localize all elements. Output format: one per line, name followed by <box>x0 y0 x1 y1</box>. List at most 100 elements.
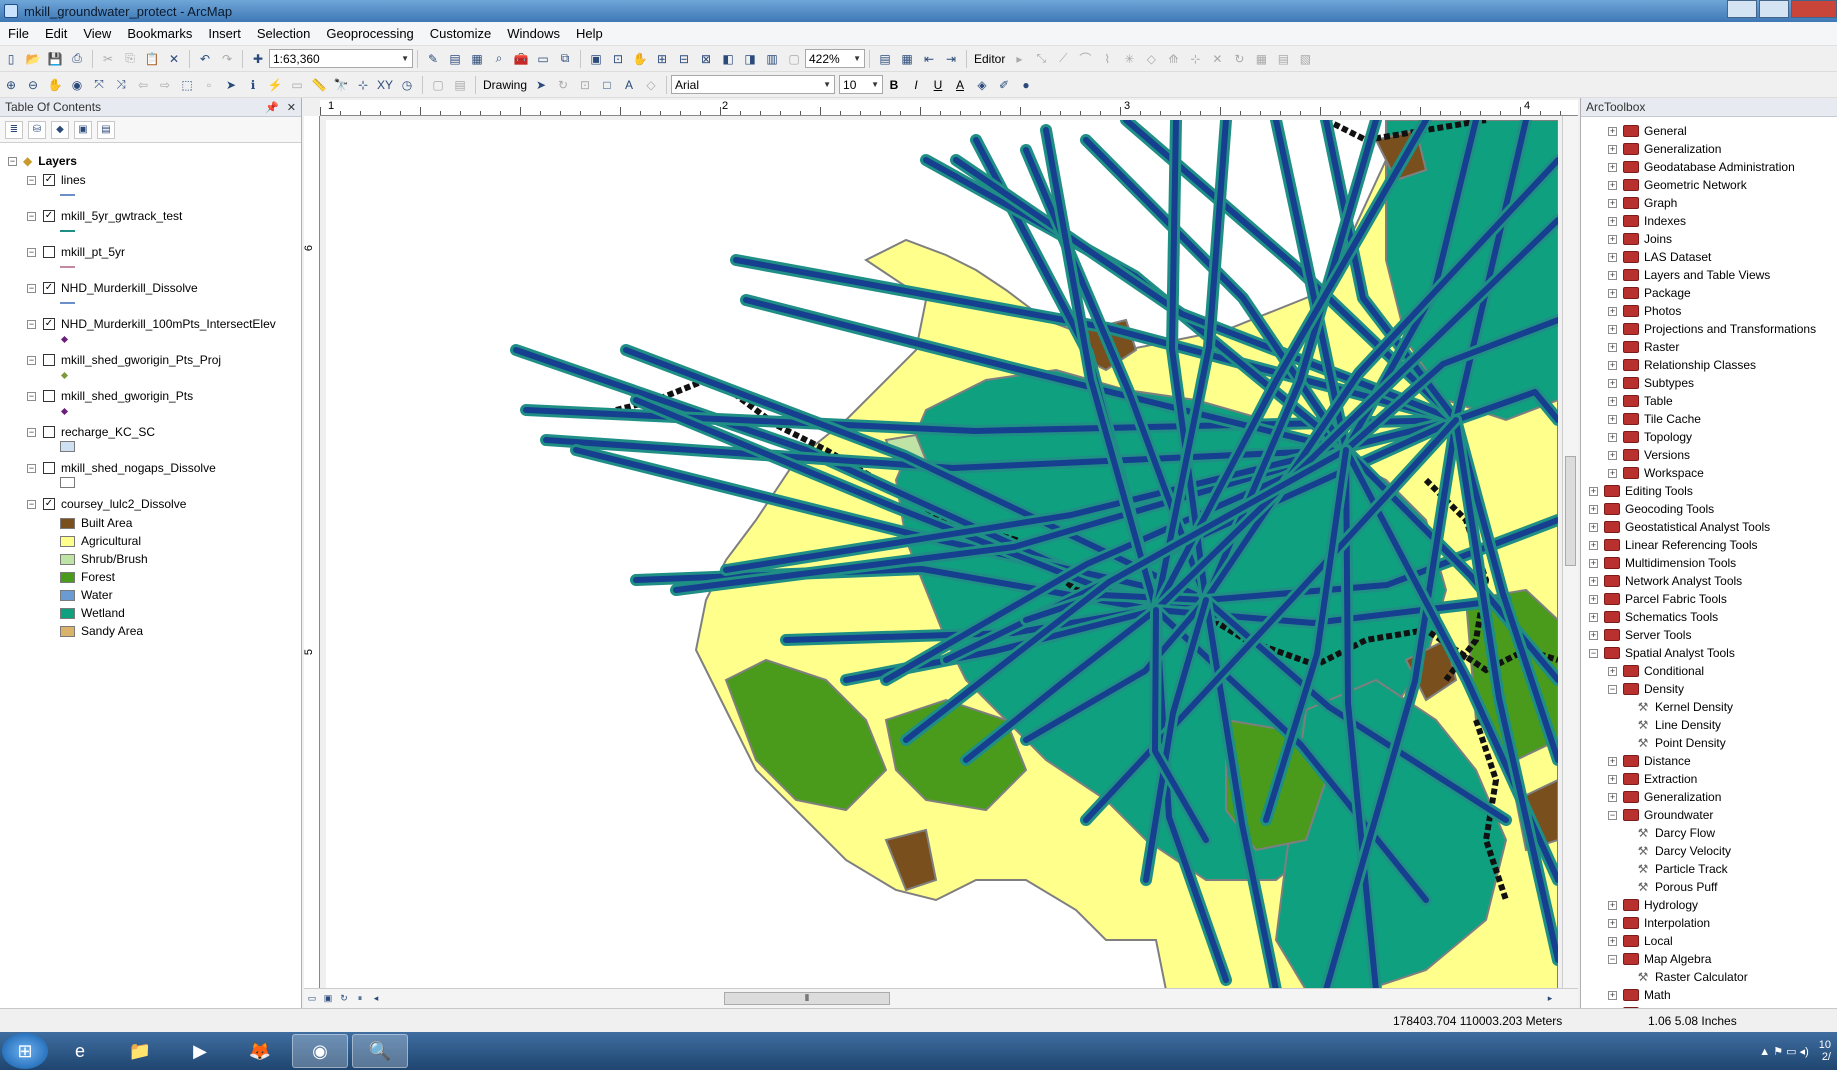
save-icon[interactable]: 💾 <box>45 49 65 69</box>
clock-date[interactable]: 2/ <box>1822 1051 1831 1063</box>
expand-icon[interactable]: + <box>1608 936 1617 946</box>
expand-icon[interactable]: + <box>1608 774 1617 784</box>
table-of-contents-icon[interactable]: ▤ <box>445 49 465 69</box>
zoom-out-icon[interactable]: ⊖ <box>23 75 43 95</box>
layer-item[interactable]: − ✓ lines <box>27 172 86 188</box>
find-route-icon[interactable]: ⊹ <box>353 75 373 95</box>
toolset-item[interactable]: + Linear Referencing Tools <box>1589 537 1758 553</box>
collapse-icon[interactable]: − <box>27 463 36 473</box>
first-page-icon[interactable]: ⇤ <box>919 49 939 69</box>
bold-button[interactable]: B <box>884 75 904 95</box>
expand-icon[interactable]: + <box>1608 216 1617 226</box>
toolset-item[interactable]: + Math <box>1608 987 1671 1003</box>
expand-icon[interactable]: + <box>1608 990 1617 1000</box>
expand-icon[interactable]: + <box>1608 756 1617 766</box>
close-button[interactable] <box>1791 0 1837 18</box>
toolset-item[interactable]: + Photos <box>1608 303 1681 319</box>
close-icon[interactable]: ✕ <box>287 102 296 114</box>
toolset-item[interactable]: + Geostatistical Analyst Tools <box>1589 519 1770 535</box>
font-family-combo[interactable]: Arial ▼ <box>671 75 836 94</box>
last-page-icon[interactable]: ⇥ <box>941 49 961 69</box>
list-by-drawing-order-icon[interactable]: ≣ <box>5 120 23 139</box>
html-popup-icon[interactable]: ▭ <box>287 75 307 95</box>
expand-icon[interactable]: + <box>1608 198 1617 208</box>
toolset-item[interactable]: + Geocoding Tools <box>1589 501 1714 517</box>
toolset-item[interactable]: + Network Analyst Tools <box>1589 573 1742 589</box>
layer-item[interactable]: − ✓ mkill_5yr_gwtrack_test <box>27 208 182 224</box>
focus-data-frame-icon[interactable]: ▢ <box>784 49 804 69</box>
menu-geoprocessing[interactable]: Geoprocessing <box>318 26 421 41</box>
arcmap-taskbar-icon[interactable]: 🔍 <box>352 1034 408 1068</box>
layers-root[interactable]: − ◆ Layers <box>8 153 77 169</box>
expand-icon[interactable]: + <box>1608 288 1617 298</box>
expand-icon[interactable]: + <box>1589 522 1598 532</box>
collapse-icon[interactable]: − <box>1608 810 1617 820</box>
menu-view[interactable]: View <box>75 26 119 41</box>
fixed-zoom-in-page-icon[interactable]: ⊞ <box>652 49 672 69</box>
data-driven-pages-icon[interactable]: ▦ <box>897 49 917 69</box>
toolset-item[interactable]: + Versions <box>1608 447 1690 463</box>
menu-file[interactable]: File <box>0 26 37 41</box>
redo-icon[interactable]: ↷ <box>217 49 237 69</box>
expand-icon[interactable]: + <box>1608 252 1617 262</box>
collapse-icon[interactable]: − <box>1608 954 1617 964</box>
catalog-icon[interactable]: ▦ <box>467 49 487 69</box>
expand-icon[interactable]: + <box>1589 630 1598 640</box>
fixed-zoom-out-page-icon[interactable]: ⊟ <box>674 49 694 69</box>
fill-color-icon[interactable]: ◈ <box>972 75 992 95</box>
underline-button[interactable]: U <box>928 75 948 95</box>
toolset-item[interactable]: + Table <box>1608 393 1673 409</box>
expand-icon[interactable]: + <box>1608 468 1617 478</box>
expand-icon[interactable]: + <box>1608 270 1617 280</box>
tool-item[interactable]: ⚒ Particle Track <box>1636 861 1728 877</box>
toolset-item[interactable]: + Generalization <box>1608 141 1721 157</box>
toolset-item[interactable]: + Server Tools <box>1589 627 1691 643</box>
expand-icon[interactable]: + <box>1608 144 1617 154</box>
layer-visibility-checkbox[interactable]: ✓ <box>43 174 55 186</box>
rotate-tool-icon[interactable]: ↻ <box>1229 49 1249 69</box>
collapse-icon[interactable]: − <box>27 283 36 293</box>
scroll-right-icon[interactable]: ▸ <box>1543 992 1557 1006</box>
edit-vertices-icon[interactable]: ◇ <box>1141 49 1161 69</box>
fixed-zoom-in-icon[interactable]: ⤧ <box>89 75 109 95</box>
layer-visibility-checkbox[interactable]: ✓ <box>43 318 55 330</box>
toolset-item[interactable]: − Groundwater <box>1608 807 1713 823</box>
collapse-icon[interactable]: − <box>27 247 36 257</box>
expand-icon[interactable]: + <box>1608 414 1617 424</box>
layer-visibility-checkbox[interactable] <box>43 246 55 258</box>
toolset-item[interactable]: + Geometric Network <box>1608 177 1747 193</box>
cut-polygons-icon[interactable]: ⊹ <box>1185 49 1205 69</box>
create-features-icon[interactable]: ▧ <box>1295 49 1315 69</box>
sketch-properties-icon[interactable]: ▤ <box>1273 49 1293 69</box>
trace-icon[interactable]: ⌇ <box>1097 49 1117 69</box>
horizontal-scroll-thumb[interactable]: ⦀ <box>724 992 890 1005</box>
media-player-icon[interactable]: ▶ <box>172 1034 228 1068</box>
minimize-button[interactable] <box>1727 0 1757 18</box>
fixed-zoom-out-icon[interactable]: ⤨ <box>111 75 131 95</box>
font-color-button[interactable]: A <box>950 75 970 95</box>
toolset-item[interactable]: + Package <box>1608 285 1691 301</box>
expand-icon[interactable]: + <box>1608 450 1617 460</box>
toolset-item[interactable]: − Density <box>1608 681 1684 697</box>
toolset-item[interactable]: + Distance <box>1608 753 1691 769</box>
menu-help[interactable]: Help <box>568 26 611 41</box>
toolset-item[interactable]: + Raster <box>1608 339 1679 355</box>
expand-icon[interactable]: + <box>1608 180 1617 190</box>
layer-item[interactable]: − mkill_shed_gworigin_Pts <box>27 388 193 404</box>
marker-color-icon[interactable]: ● <box>1016 75 1036 95</box>
pin-icon[interactable]: 📌 <box>265 102 279 114</box>
cut-icon[interactable]: ✂ <box>98 49 118 69</box>
horizontal-scrollbar[interactable]: ▭ ▣ ↻ ⏸ ◂ ⦀ ▸ <box>304 988 1578 1008</box>
identify-icon[interactable]: ℹ <box>243 75 263 95</box>
maximize-button[interactable] <box>1759 0 1789 18</box>
layer-visibility-checkbox[interactable]: ✓ <box>43 210 55 222</box>
edit-vertices-drawing-icon[interactable]: ◇ <box>641 75 661 95</box>
expand-icon[interactable]: + <box>1608 396 1617 406</box>
expand-icon[interactable]: + <box>1589 576 1598 586</box>
expand-icon[interactable]: + <box>1608 234 1617 244</box>
open-folder-icon[interactable]: 📂 <box>23 49 43 69</box>
toolset-item[interactable]: + Graph <box>1608 195 1677 211</box>
layer-item[interactable]: − ✓ NHD_Murderkill_Dissolve <box>27 280 198 296</box>
toolset-item[interactable]: + Geodatabase Administration <box>1608 159 1795 175</box>
layer-item[interactable]: − mkill_shed_gworigin_Pts_Proj <box>27 352 221 368</box>
